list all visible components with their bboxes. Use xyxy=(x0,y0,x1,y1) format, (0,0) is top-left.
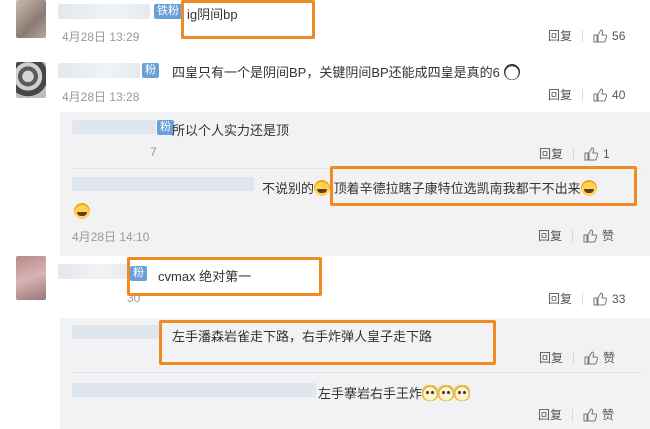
thumb-up-icon[interactable] xyxy=(593,28,608,43)
highlight-box xyxy=(181,0,315,39)
reply-time: 4月28日 14:10 xyxy=(72,230,150,244)
reply-button[interactable]: 回复 xyxy=(539,145,563,162)
fan-badge: 铁粉 xyxy=(154,4,182,19)
reply-button[interactable]: 回复 xyxy=(548,290,572,307)
thumb-up-icon[interactable] xyxy=(584,350,599,365)
like-button-label[interactable]: 赞 xyxy=(603,349,615,366)
like-count: 40 xyxy=(612,87,626,102)
username-blurred[interactable] xyxy=(58,63,140,78)
thumb-up-icon[interactable] xyxy=(593,291,608,306)
highlight-box xyxy=(330,166,637,206)
laugh-emoji-icon xyxy=(74,203,90,219)
reply-button[interactable]: 回复 xyxy=(538,227,562,244)
avatar[interactable] xyxy=(16,0,46,38)
thumb-up-icon[interactable] xyxy=(583,228,598,243)
username-blurred[interactable] xyxy=(58,4,150,19)
highlight-box xyxy=(159,320,496,365)
reply-username-blurred[interactable] xyxy=(72,120,156,134)
comment-actions: 回复 40 xyxy=(548,86,625,103)
laugh-emoji-icon xyxy=(314,180,331,196)
comment-actions: 回复 56 xyxy=(548,27,625,44)
reply-button[interactable]: 回复 xyxy=(548,86,572,103)
reply-username-blurred[interactable] xyxy=(72,325,160,339)
divider xyxy=(582,88,584,101)
reply-actions: 回复 赞 xyxy=(539,349,615,366)
thumb-up-icon[interactable] xyxy=(584,146,599,161)
divider xyxy=(573,147,575,160)
like-count: 1 xyxy=(603,146,610,161)
thumb-up-icon[interactable] xyxy=(593,87,608,102)
reply-actions: 回复 赞 xyxy=(538,227,614,244)
comment-time: 4月28日 13:29 xyxy=(62,30,140,44)
username-blurred[interactable] xyxy=(58,264,128,279)
like-button-label[interactable]: 赞 xyxy=(602,406,614,423)
panda-emoji-icon xyxy=(503,64,520,80)
comment-actions: 回复 33 xyxy=(548,290,625,307)
reply-actions: 回复 1 xyxy=(539,145,610,162)
comment-text: 四皇只有一个是阴间BP，关键阴间BP还能成四皇是真的6 xyxy=(172,62,520,81)
reply-text: 左手搴岩右手王炸 xyxy=(318,383,471,402)
reply-button[interactable]: 回复 xyxy=(539,349,563,366)
like-button-label[interactable]: 赞 xyxy=(602,227,614,244)
comment-time: 4月28日 13:28 xyxy=(62,90,140,104)
reply-text: 所以个人实力还是顶 xyxy=(172,123,290,138)
divider xyxy=(572,229,574,242)
reply-button[interactable]: 回复 xyxy=(548,27,572,44)
cat-emoji-icon xyxy=(438,385,455,401)
avatar[interactable] xyxy=(16,256,46,300)
divider-line xyxy=(72,372,642,373)
like-count: 33 xyxy=(612,291,626,306)
cat-emoji-icon xyxy=(454,385,471,401)
avatar[interactable] xyxy=(16,62,46,98)
reply-time: 7 xyxy=(150,145,157,159)
highlight-box xyxy=(127,257,322,296)
reply-username-blurred[interactable] xyxy=(72,383,316,397)
divider xyxy=(582,292,584,305)
divider xyxy=(573,351,575,364)
reply-actions: 回复 赞 xyxy=(538,406,614,423)
thumb-up-icon[interactable] xyxy=(583,407,598,422)
like-count: 56 xyxy=(612,28,626,43)
reply-button[interactable]: 回复 xyxy=(538,406,562,423)
divider xyxy=(582,29,584,42)
fan-badge: 粉 xyxy=(142,63,159,78)
divider xyxy=(572,408,574,421)
reply-username-blurred[interactable] xyxy=(72,177,254,191)
cat-emoji-icon xyxy=(422,385,439,401)
